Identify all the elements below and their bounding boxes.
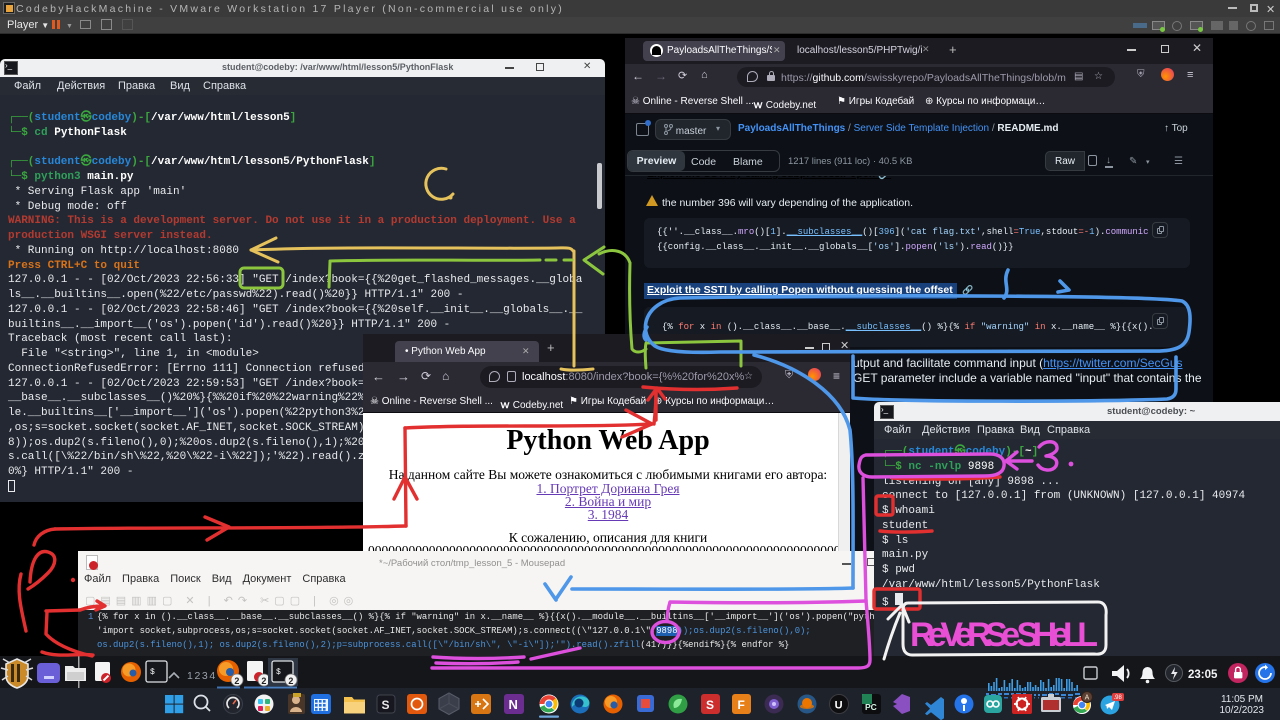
svg-text:$: $	[276, 668, 281, 677]
svg-text:11:05 PM: 11:05 PM	[1221, 694, 1263, 705]
svg-text:PC: PC	[865, 702, 877, 712]
svg-text:S: S	[706, 698, 714, 712]
svg-text:2: 2	[234, 676, 239, 686]
svg-text:1234: 1234	[187, 670, 217, 682]
svg-text:23:05: 23:05	[1188, 669, 1218, 681]
svg-text:ReVeRSe SHeLL: ReVeRSe SHeLL	[910, 616, 1098, 654]
svg-text:U: U	[835, 700, 843, 712]
svg-text:10/2/2023: 10/2/2023	[1220, 705, 1265, 716]
svg-text:2: 2	[261, 676, 266, 686]
svg-text:A: A	[1085, 695, 1090, 702]
svg-text:N: N	[509, 697, 518, 712]
svg-text:2: 2	[288, 676, 293, 686]
svg-text:F: F	[738, 698, 745, 712]
svg-text:$: $	[150, 668, 155, 677]
svg-text:S: S	[382, 698, 390, 712]
svg-text:.98: .98	[1114, 695, 1123, 701]
